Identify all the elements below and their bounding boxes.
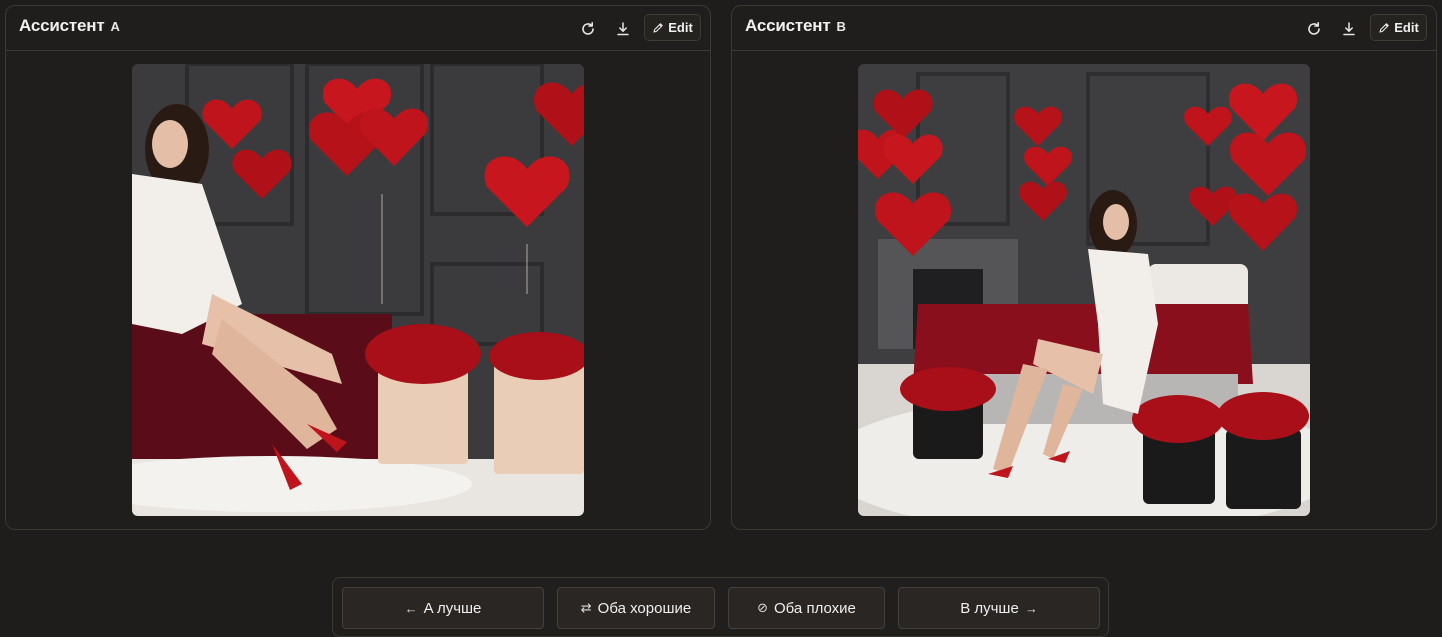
both-bad-label: Оба плохие <box>774 599 856 617</box>
regenerate-button[interactable] <box>577 18 599 40</box>
swap-icon: ⇄ <box>580 600 592 615</box>
arrow-left-icon: ← <box>404 600 418 616</box>
arrow-right-icon: → <box>1024 600 1038 616</box>
edit-button[interactable]: Edit <box>644 14 701 41</box>
download-icon <box>1343 22 1355 36</box>
pencil-icon <box>653 22 663 33</box>
a-better-label: A лучше <box>423 599 482 617</box>
image-illustration <box>858 64 1310 516</box>
download-button[interactable] <box>1338 18 1360 40</box>
pencil-icon <box>1379 22 1389 33</box>
refresh-icon <box>582 22 594 35</box>
edit-button[interactable]: Edit <box>1370 14 1427 41</box>
panel-title: Ассистент A <box>19 16 120 36</box>
image-illustration <box>132 64 584 516</box>
download-button[interactable] <box>612 18 634 40</box>
edit-label: Edit <box>1394 20 1419 35</box>
both-good-button[interactable]: ⇄ Оба хорошие <box>557 587 715 629</box>
panel-title-text: Ассистент <box>745 16 831 35</box>
download-icon <box>617 22 629 36</box>
panel-letter: B <box>836 19 846 34</box>
edit-label: Edit <box>668 20 693 35</box>
both-good-label: Оба хорошие <box>597 599 692 617</box>
refresh-icon <box>1308 22 1320 35</box>
b-better-button[interactable]: B лучше → <box>898 587 1100 629</box>
panel-header: Ассистент A Edit <box>6 6 710 51</box>
generated-image <box>858 64 1310 516</box>
panel-header: Ассистент B Edit <box>732 6 1436 51</box>
panel-letter: A <box>110 19 120 34</box>
assistant-b-panel: Ассистент B Edit <box>731 5 1437 530</box>
both-bad-button[interactable]: ⊘ Оба плохие <box>728 587 885 629</box>
b-better-label: B лучше <box>960 599 1019 617</box>
panel-title: Ассистент B <box>745 16 846 36</box>
ban-icon: ⊘ <box>757 600 769 615</box>
generated-image <box>132 64 584 516</box>
assistant-a-panel: Ассистент A Edit <box>5 5 711 530</box>
regenerate-button[interactable] <box>1303 18 1325 40</box>
panel-title-text: Ассистент <box>19 16 105 35</box>
a-better-button[interactable]: ← A лучше <box>342 587 544 629</box>
vote-bar: ← A лучше ⇄ Оба хорошие ⊘ Оба плохие B л… <box>332 577 1109 637</box>
